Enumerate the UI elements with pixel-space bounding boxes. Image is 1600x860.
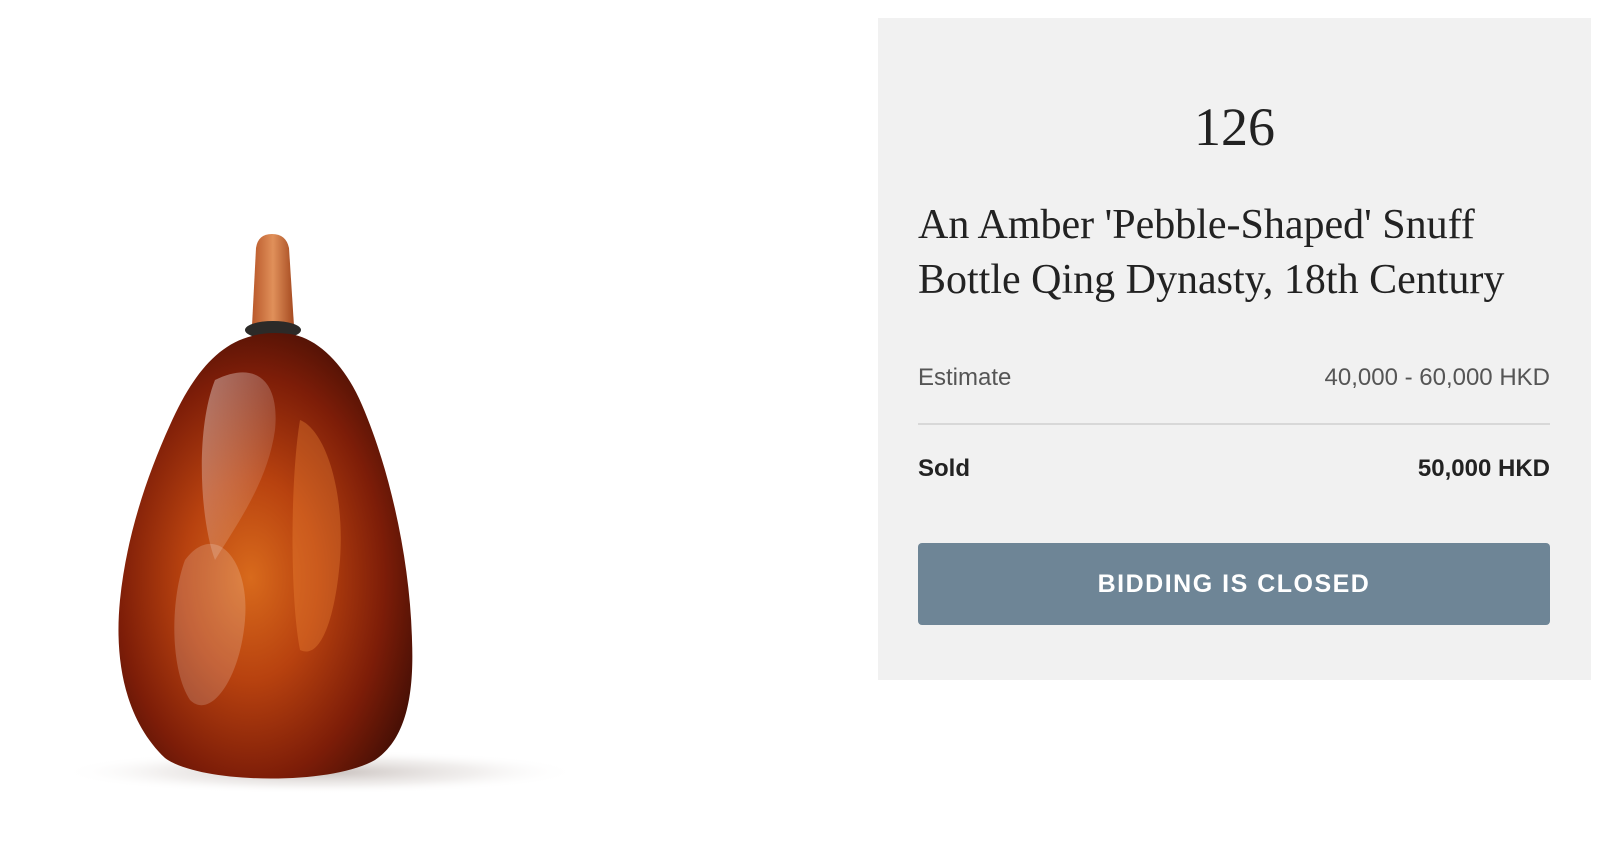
lot-image <box>0 0 860 860</box>
sold-label: Sold <box>918 455 970 482</box>
lot-page: 126 An Amber 'Pebble-Shaped' Snuff Bottl… <box>0 0 1600 860</box>
bottle-stopper <box>252 234 294 326</box>
lot-number: 126 <box>1194 97 1275 157</box>
estimate-value: 40,000 - 60,000 HKD <box>1324 364 1550 391</box>
lot-title: An Amber 'Pebble-Shaped' Snuff Bottle Qi… <box>918 202 1505 303</box>
estimate-row: Estimate 40,000 - 60,000 HKD <box>918 360 1550 396</box>
bidding-closed-button[interactable]: BIDDING IS CLOSED <box>918 543 1550 625</box>
sold-value: 50,000 HKD <box>1417 455 1550 482</box>
sold-row: Sold 50,000 HKD <box>918 451 1550 487</box>
divider <box>918 423 1550 425</box>
estimate-label: Estimate <box>918 364 1012 391</box>
snuff-bottle-image <box>60 234 580 794</box>
lot-details-panel: 126 An Amber 'Pebble-Shaped' Snuff Bottl… <box>878 18 1591 680</box>
